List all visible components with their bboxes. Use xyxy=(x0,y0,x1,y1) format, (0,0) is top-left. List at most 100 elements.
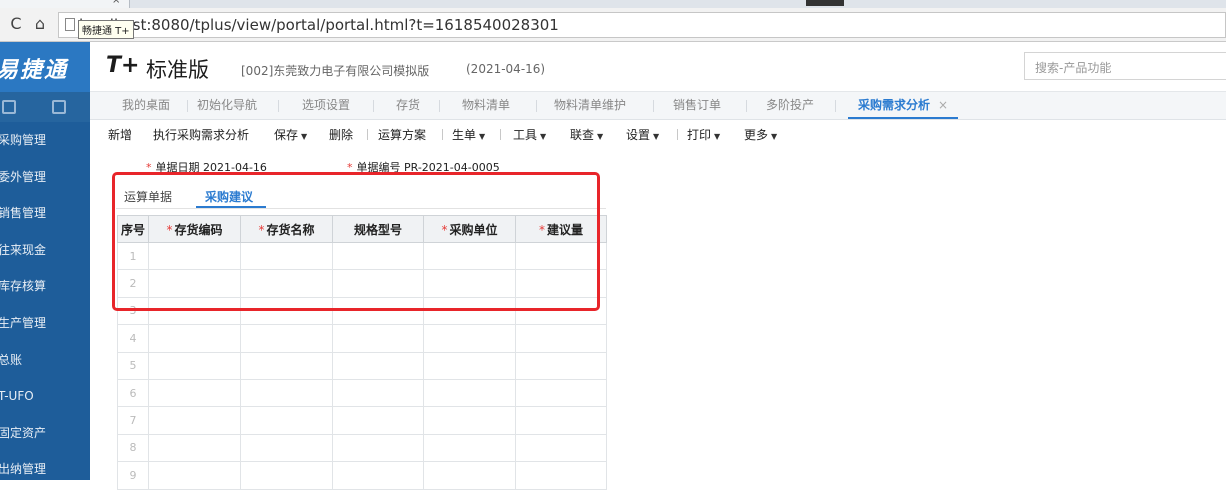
tab-purchase-demand-label: 采购需求分析 xyxy=(858,98,931,112)
settings-button[interactable]: 设置 ▼ xyxy=(626,126,659,143)
grid-cell[interactable] xyxy=(332,378,424,408)
table-row[interactable]: 7 xyxy=(117,406,607,435)
save-button[interactable]: 保存 ▼ xyxy=(274,126,307,143)
reload-icon[interactable]: C xyxy=(6,14,26,34)
linked-query-button[interactable]: 联查 ▼ xyxy=(570,126,603,143)
annotation-highlight-box xyxy=(112,172,600,311)
grid-cell[interactable] xyxy=(148,406,241,435)
url-field[interactable]: localhost:8080/tplus/view/portal/portal.… xyxy=(58,12,1226,38)
sidebar-item-sales[interactable]: 销售管理 xyxy=(0,195,90,232)
grid-cell[interactable] xyxy=(332,433,424,463)
sidebar-item-purchase[interactable]: 采购管理 xyxy=(0,122,90,159)
table-row[interactable]: 4 xyxy=(117,324,607,353)
url-text: localhost:8080/tplus/view/portal/portal.… xyxy=(79,16,559,34)
sidebar-item-general-ledger[interactable]: 总账 xyxy=(0,342,90,379)
sidebar-item-cash[interactable]: 往来现金 xyxy=(0,232,90,269)
table-row[interactable]: 6 xyxy=(117,378,607,408)
tab-separator xyxy=(653,100,654,112)
grid-cell[interactable] xyxy=(423,433,516,463)
tab-close-icon[interactable]: × xyxy=(112,0,120,6)
table-row[interactable]: 9 xyxy=(117,461,607,490)
more-button[interactable]: 更多 ▼ xyxy=(744,126,777,143)
grid-cell[interactable] xyxy=(148,351,241,380)
table-row[interactable]: 5 xyxy=(117,351,607,380)
tab-stock[interactable]: 存货 xyxy=(396,92,420,119)
tab-separator xyxy=(835,100,836,112)
browser-tab[interactable]: × xyxy=(0,0,130,8)
grid-cell[interactable] xyxy=(332,351,424,380)
more-label: 更多 xyxy=(744,128,769,142)
linked-query-label: 联查 xyxy=(570,128,595,142)
sidebar-item-production[interactable]: 生产管理 xyxy=(0,305,90,342)
sidebar-search-icon[interactable] xyxy=(2,100,16,114)
calc-plan-button[interactable]: 运算方案 xyxy=(378,126,426,143)
chevron-down-icon: ▼ xyxy=(540,132,547,141)
grid-cell[interactable] xyxy=(240,433,333,463)
brand-text: 易捷通 xyxy=(0,58,69,83)
search-input[interactable]: 搜索-产品功能 xyxy=(1024,52,1226,80)
run-analysis-button[interactable]: 执行采购需求分析 xyxy=(153,126,249,143)
account-date: (2021-04-16) xyxy=(466,62,546,76)
sidebar: 采购管理 委外管理 销售管理 往来现金 库存核算 生产管理 总账 T-UFO 固… xyxy=(0,92,90,480)
grid-cell[interactable] xyxy=(240,406,333,435)
product-name: 标准版 xyxy=(146,58,209,82)
row-number: 4 xyxy=(117,324,149,353)
delete-button[interactable]: 删除 xyxy=(329,126,353,143)
sidebar-item-cashier[interactable]: 出纳管理 xyxy=(0,451,90,488)
grid-cell[interactable] xyxy=(423,406,516,435)
sidebar-item-label: 库存核算 xyxy=(0,279,47,294)
row-number: 8 xyxy=(117,433,149,463)
row-number: 6 xyxy=(117,378,149,408)
close-icon[interactable]: × xyxy=(938,98,948,112)
tab-multilevel[interactable]: 多阶投产 xyxy=(766,92,814,119)
sidebar-item-label: 委外管理 xyxy=(0,169,47,184)
save-label: 保存 xyxy=(274,128,299,142)
tab-init-nav[interactable]: 初始化导航 xyxy=(197,92,257,119)
sidebar-item-outsourcing[interactable]: 委外管理 xyxy=(0,159,90,196)
tab-options[interactable]: 选项设置 xyxy=(302,92,350,119)
grid-cell[interactable] xyxy=(423,461,516,490)
grid-cell[interactable] xyxy=(240,324,333,353)
tab-my-desktop[interactable]: 我的桌面 xyxy=(122,92,170,119)
search-placeholder: 搜索-产品功能 xyxy=(1035,61,1112,75)
grid-cell[interactable] xyxy=(148,461,241,490)
grid-cell[interactable] xyxy=(148,378,241,408)
module-tabs: 我的桌面 初始化导航 选项设置 存货 物料清单 物料清单维护 销售订单 多阶投产… xyxy=(90,92,1226,120)
grid-cell[interactable] xyxy=(240,351,333,380)
grid-cell[interactable] xyxy=(515,433,607,463)
sidebar-toolbar xyxy=(0,92,90,122)
grid-cell[interactable] xyxy=(515,378,607,408)
generate-doc-button[interactable]: 生单 ▼ xyxy=(452,126,485,143)
sidebar-item-label: T-UFO xyxy=(0,389,34,404)
grid-cell[interactable] xyxy=(423,378,516,408)
tools-button[interactable]: 工具 ▼ xyxy=(513,126,546,143)
grid-cell[interactable] xyxy=(423,351,516,380)
tab-bom[interactable]: 物料清单 xyxy=(462,92,510,119)
grid-cell[interactable] xyxy=(148,324,241,353)
grid-cell[interactable] xyxy=(515,351,607,380)
grid-cell[interactable] xyxy=(332,324,424,353)
grid-cell[interactable] xyxy=(515,324,607,353)
row-number: 9 xyxy=(117,461,149,490)
tab-bom-maintain[interactable]: 物料清单维护 xyxy=(554,92,626,119)
tab-purchase-demand[interactable]: 采购需求分析 × xyxy=(848,92,959,119)
sidebar-item-inventory-accounting[interactable]: 库存核算 xyxy=(0,268,90,305)
sidebar-item-fixed-assets[interactable]: 固定资产 xyxy=(0,415,90,452)
grid-cell[interactable] xyxy=(240,378,333,408)
grid-cell[interactable] xyxy=(515,406,607,435)
home-icon[interactable]: ⌂ xyxy=(30,14,50,34)
sidebar-item-ufo[interactable]: T-UFO xyxy=(0,378,90,415)
grid-cell[interactable] xyxy=(332,406,424,435)
new-button[interactable]: 新增 xyxy=(108,126,132,143)
print-button[interactable]: 打印 ▼ xyxy=(687,126,720,143)
grid-cell[interactable] xyxy=(332,461,424,490)
grid-cell[interactable] xyxy=(240,461,333,490)
table-row[interactable]: 8 xyxy=(117,433,607,463)
toolbar: 新增 执行采购需求分析 保存 ▼ 删除 运算方案 生单 ▼ 工具 ▼ 联查 ▼ 设置 ▼ … xyxy=(90,120,1226,146)
recording-indicator xyxy=(806,0,844,6)
grid-cell[interactable] xyxy=(148,433,241,463)
grid-cell[interactable] xyxy=(515,461,607,490)
grid-cell[interactable] xyxy=(423,324,516,353)
tab-sales-order[interactable]: 销售订单 xyxy=(673,92,721,119)
sidebar-edit-icon[interactable] xyxy=(52,100,66,114)
